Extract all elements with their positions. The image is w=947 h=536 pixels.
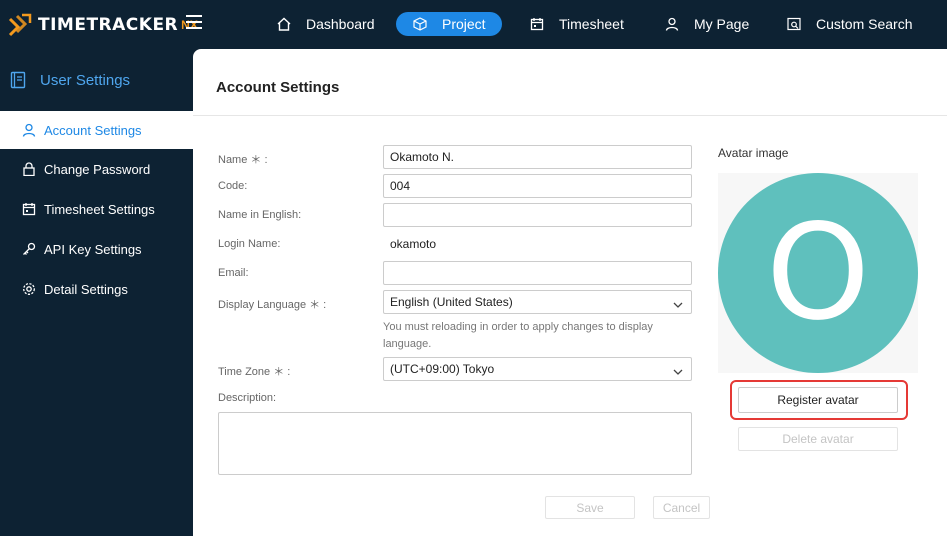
time-zone-label: Time Zone ＊ : [218, 366, 291, 378]
code-field[interactable]: 004 [383, 174, 692, 198]
page-title: Account Settings [216, 79, 340, 96]
sidebar-item-label: Account Settings [44, 122, 142, 138]
display-language-value: English (United States) [390, 295, 513, 309]
user-icon [22, 123, 36, 137]
home-icon [276, 16, 292, 32]
nav-custom-search[interactable]: Custom Search [786, 12, 912, 36]
sidebar-item-timesheet-settings[interactable]: Timesheet Settings [0, 190, 193, 228]
description-textarea[interactable] [218, 412, 692, 475]
sidebar-item-label: Timesheet Settings [44, 201, 155, 217]
login-name-value: okamoto [390, 237, 437, 251]
nav-timesheet[interactable]: Timesheet [529, 12, 624, 36]
display-language-label: Display Language ＊ : [218, 299, 327, 311]
cancel-button[interactable]: Cancel [653, 496, 710, 519]
lock-icon [22, 162, 36, 176]
email-field[interactable] [383, 261, 692, 285]
nav-custom-search-label: Custom Search [816, 16, 913, 32]
chevron-down-icon [673, 298, 683, 308]
menu-toggle-icon[interactable] [186, 15, 202, 29]
title-divider [193, 115, 947, 116]
nav-project-label: Project [442, 16, 486, 32]
sidebar: User Settings Account Settings Change Pa… [0, 49, 193, 536]
time-zone-value: (UTC+09:00) Tokyo [390, 362, 495, 376]
sidebar-item-label: Change Password [44, 161, 151, 177]
nav-dashboard[interactable]: Dashboard [276, 12, 375, 36]
avatar-preview: O [718, 173, 918, 373]
sidebar-item-change-password[interactable]: Change Password [0, 150, 193, 188]
time-zone-select[interactable]: (UTC+09:00) Tokyo [383, 357, 692, 381]
sidebar-item-detail-settings[interactable]: Detail Settings [0, 270, 193, 308]
app-logo[interactable]: TIMETRACKER NX [8, 12, 198, 38]
logo-text: TIMETRACKER [38, 15, 179, 35]
email-label: Email: [218, 267, 249, 279]
nav-my-page-label: My Page [694, 16, 750, 32]
sidebar-item-account-settings[interactable]: Account Settings [0, 111, 193, 149]
name-english-label: Name in English: [218, 209, 302, 221]
avatar-image-label: Avatar image [718, 146, 789, 160]
sidebar-item-api-key-settings[interactable]: API Key Settings [0, 230, 193, 268]
search-window-icon [786, 16, 802, 32]
user-icon [664, 16, 680, 32]
sidebar-heading: User Settings [10, 71, 130, 89]
book-icon [10, 71, 26, 89]
top-bar: TIMETRACKER NX Dashboard Project Timeshe… [0, 0, 947, 49]
key-icon [22, 242, 36, 256]
calendar-icon [22, 202, 36, 216]
name-english-field[interactable] [383, 203, 692, 227]
sidebar-item-label: Detail Settings [44, 281, 128, 297]
display-language-hint: You must reloading in order to apply cha… [383, 321, 653, 350]
chevron-down-icon [673, 365, 683, 375]
display-language-select[interactable]: English (United States) [383, 290, 692, 314]
nav-my-page[interactable]: My Page [664, 12, 749, 36]
cube-icon [412, 16, 428, 32]
gear-icon [22, 282, 36, 296]
nav-timesheet-label: Timesheet [559, 16, 624, 32]
sidebar-heading-label: User Settings [40, 71, 131, 89]
calendar-icon [529, 16, 545, 32]
save-button[interactable]: Save [545, 496, 635, 519]
nav-dashboard-label: Dashboard [306, 16, 375, 32]
description-label: Description: [218, 392, 277, 404]
delete-avatar-button[interactable]: Delete avatar [738, 427, 898, 451]
avatar: O [718, 173, 918, 373]
nav-project[interactable]: Project [396, 12, 502, 36]
logo-mark-icon [8, 13, 32, 37]
main-panel: Account Settings Name ＊ : Okamoto N. Cod… [193, 49, 947, 536]
register-avatar-button[interactable]: Register avatar [738, 387, 898, 413]
code-label: Code: [218, 180, 248, 192]
sidebar-item-label: API Key Settings [44, 241, 142, 257]
name-field[interactable]: Okamoto N. [383, 145, 692, 169]
name-label: Name ＊ : [218, 154, 268, 166]
login-name-label: Login Name: [218, 238, 281, 250]
